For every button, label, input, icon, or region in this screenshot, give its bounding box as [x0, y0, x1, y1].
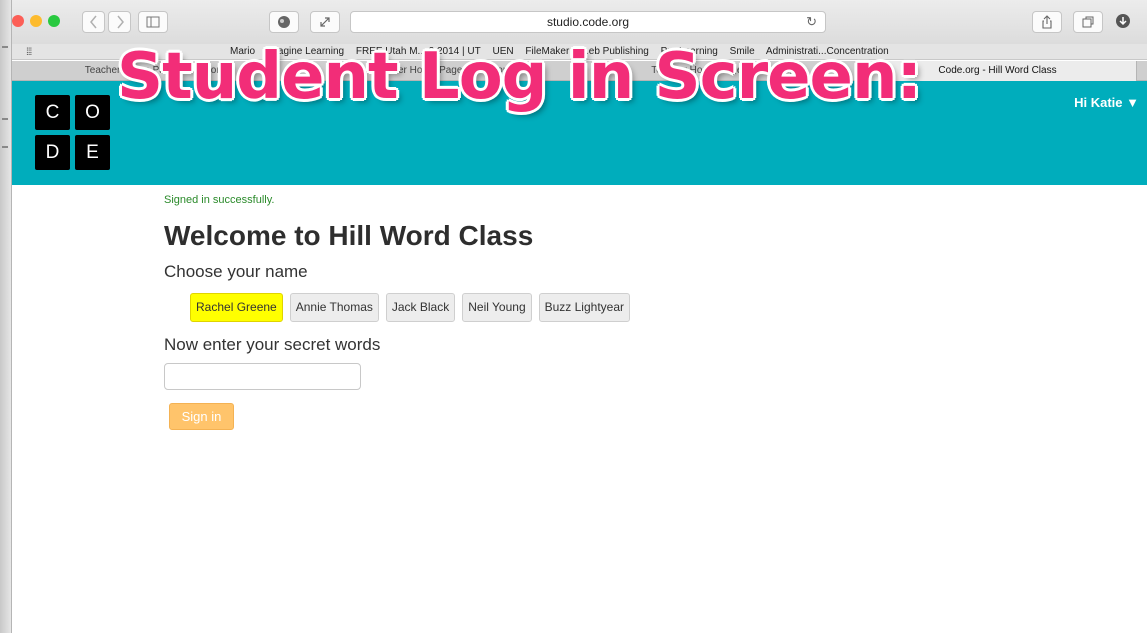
- desktop-mark: [2, 146, 8, 148]
- user-menu[interactable]: Hi Katie ▼: [1074, 95, 1139, 110]
- flash-message: Signed in successfully.: [164, 194, 275, 206]
- sidebar-button[interactable]: [138, 11, 168, 33]
- sign-in-button[interactable]: Sign in: [169, 403, 234, 430]
- browser-window: studio.code.org ↻ ⁞⁞⁞ Mario Imagine Lear…: [12, 0, 1147, 633]
- name-button-neil-young[interactable]: Neil Young: [462, 293, 532, 322]
- name-button-buzz-lightyear[interactable]: Buzz Lightyear: [538, 293, 631, 322]
- chevron-right-icon: [116, 15, 124, 29]
- back-button[interactable]: [82, 11, 105, 33]
- resize-icon: [320, 17, 330, 27]
- forward-button[interactable]: [108, 11, 131, 33]
- share-button[interactable]: [1032, 11, 1062, 33]
- browser-toolbar: studio.code.org ↻: [12, 0, 1147, 44]
- name-button-rachel-greene[interactable]: Rachel Greene: [190, 293, 283, 322]
- share-icon: [1042, 15, 1052, 29]
- resize-button[interactable]: [310, 11, 340, 33]
- page-title: Welcome to Hill Word Class: [164, 220, 534, 251]
- address-bar[interactable]: studio.code.org ↻: [350, 11, 826, 33]
- name-button-annie-thomas[interactable]: Annie Thomas: [289, 293, 379, 322]
- privacy-icon: [278, 16, 290, 28]
- minimize-window-button[interactable]: [30, 15, 42, 27]
- privacy-button[interactable]: [269, 11, 299, 33]
- desktop-mark: [2, 118, 8, 120]
- name-button-jack-black[interactable]: Jack Black: [385, 293, 456, 322]
- overlay-caption: Student Log in Screen:: [117, 40, 922, 114]
- download-button[interactable]: [1115, 13, 1131, 34]
- name-picker: Rachel Greene Annie Thomas Jack Black Neil …: [190, 293, 637, 322]
- download-icon: [1116, 14, 1130, 28]
- tabs-button[interactable]: [1073, 11, 1103, 33]
- url-text: studio.code.org: [546, 15, 630, 29]
- logo-letter: O: [75, 95, 110, 130]
- tabs-icon: [1082, 16, 1094, 28]
- reload-icon[interactable]: ↻: [806, 12, 817, 32]
- logo-letter: C: [35, 95, 70, 130]
- logo-letter: E: [75, 135, 110, 170]
- zoom-window-button[interactable]: [48, 15, 60, 27]
- logo-letter: D: [35, 135, 70, 170]
- choose-name-label: Choose your name: [164, 262, 308, 281]
- secret-words-input[interactable]: [164, 363, 361, 390]
- desktop-edge: [0, 0, 12, 633]
- code-org-logo[interactable]: C O D E: [35, 95, 111, 171]
- sidebar-icon: [146, 16, 160, 28]
- chevron-left-icon: [89, 15, 97, 29]
- grid-icon[interactable]: ⁞⁞⁞: [26, 46, 32, 60]
- desktop-mark: [2, 46, 8, 48]
- close-window-button[interactable]: [12, 15, 24, 27]
- secret-words-label: Now enter your secret words: [164, 335, 381, 354]
